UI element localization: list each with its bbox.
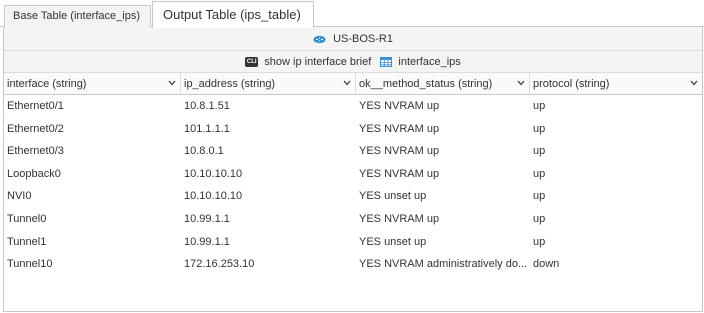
- cell-interface: Loopback0: [7, 167, 61, 180]
- cell-status: YES NVRAM up: [359, 145, 440, 158]
- cell-interface: Ethernet0/1: [7, 100, 64, 112]
- cell-status: YES unset up: [359, 235, 427, 248]
- command-header: CLI show ip interface brief interface_ip…: [4, 51, 702, 73]
- column-header-ok-method-status[interactable]: ok__method_status (string): [356, 73, 530, 95]
- cell-ip-address: 101.1.1.1: [184, 122, 230, 135]
- cell-status: YES NVRAM up: [359, 100, 440, 112]
- cell-ip-address: 172.16.253.10: [184, 258, 255, 271]
- cell-ip-address: 10.8.0.1: [184, 145, 224, 158]
- cell-protocol: up: [533, 167, 546, 180]
- table-body: Ethernet0/1 10.8.1.51 YES NVRAM up up Et…: [4, 95, 702, 276]
- cell-status: YES NVRAM up: [359, 212, 440, 225]
- chevron-down-icon[interactable]: [343, 80, 351, 86]
- column-header-label: protocol (string): [533, 78, 610, 90]
- cell-interface: NVI0: [7, 190, 32, 203]
- cell-interface: Tunnel1: [7, 235, 47, 248]
- table-header: interface (string) ip_address (string) o…: [4, 73, 702, 95]
- table-row[interactable]: Ethernet0/3 10.8.0.1 YES NVRAM up up: [4, 140, 702, 163]
- chevron-down-icon[interactable]: [517, 80, 525, 86]
- cell-ip-address: 10.10.10.10: [184, 167, 243, 180]
- cell-interface: Tunnel10: [7, 258, 53, 271]
- cell-protocol: up: [533, 190, 546, 203]
- router-icon: [313, 35, 326, 43]
- cell-status: YES NVRAM up: [359, 122, 440, 135]
- table-row[interactable]: Ethernet0/1 10.8.1.51 YES NVRAM up up: [4, 95, 702, 118]
- column-header-protocol[interactable]: protocol (string): [530, 73, 702, 95]
- cell-ip-address: 10.8.1.51: [184, 100, 230, 112]
- tab-output-table[interactable]: Output Table (ips_table): [152, 1, 314, 28]
- cell-interface: Ethernet0/3: [7, 145, 64, 158]
- cell-interface: Tunnel0: [7, 212, 47, 225]
- chevron-down-icon[interactable]: [168, 80, 176, 86]
- device-header: US-BOS-R1: [4, 27, 702, 51]
- column-header-label: interface (string): [7, 78, 87, 90]
- cell-ip-address: 10.99.1.1: [184, 235, 230, 248]
- table-row[interactable]: Ethernet0/2 101.1.1.1 YES NVRAM up up: [4, 118, 702, 141]
- cell-ip-address: 10.10.10.10: [184, 190, 243, 203]
- tab-bar: Base Table (interface_ips) Output Table …: [0, 0, 704, 28]
- table-row[interactable]: Tunnel10 172.16.253.10 YES NVRAM adminis…: [4, 253, 702, 276]
- column-header-label: ok__method_status (string): [359, 78, 493, 90]
- table-row[interactable]: Tunnel1 10.99.1.1 YES unset up up: [4, 231, 702, 254]
- cell-status: YES NVRAM administratively do...: [359, 258, 528, 271]
- cell-status: YES unset up: [359, 190, 427, 203]
- output-table-panel: US-BOS-R1 CLI show ip interface brief in…: [3, 27, 703, 312]
- cell-protocol: up: [533, 122, 546, 135]
- column-header-ip-address[interactable]: ip_address (string): [181, 73, 356, 95]
- tab-base-table[interactable]: Base Table (interface_ips): [4, 5, 151, 27]
- column-header-label: ip_address (string): [184, 78, 276, 90]
- cell-protocol: up: [533, 212, 546, 225]
- cell-interface: Ethernet0/2: [7, 122, 64, 135]
- table-row[interactable]: Tunnel0 10.99.1.1 YES NVRAM up up: [4, 208, 702, 231]
- command-text: show ip interface brief: [264, 56, 372, 68]
- table-row[interactable]: Loopback0 10.10.10.10 YES NVRAM up up: [4, 163, 702, 186]
- cell-protocol: up: [533, 235, 546, 248]
- table-icon: [380, 57, 393, 68]
- cell-protocol: up: [533, 145, 546, 158]
- cli-icon: CLI: [245, 57, 259, 68]
- table-row[interactable]: NVI0 10.10.10.10 YES unset up up: [4, 185, 702, 208]
- cell-protocol: down: [533, 258, 560, 271]
- table-name: interface_ips: [398, 56, 461, 68]
- cell-status: YES NVRAM up: [359, 167, 440, 180]
- cell-ip-address: 10.99.1.1: [184, 212, 230, 225]
- column-header-interface[interactable]: interface (string): [4, 73, 181, 95]
- chevron-down-icon[interactable]: [690, 80, 698, 86]
- device-name: US-BOS-R1: [333, 33, 393, 45]
- cell-protocol: up: [533, 100, 546, 112]
